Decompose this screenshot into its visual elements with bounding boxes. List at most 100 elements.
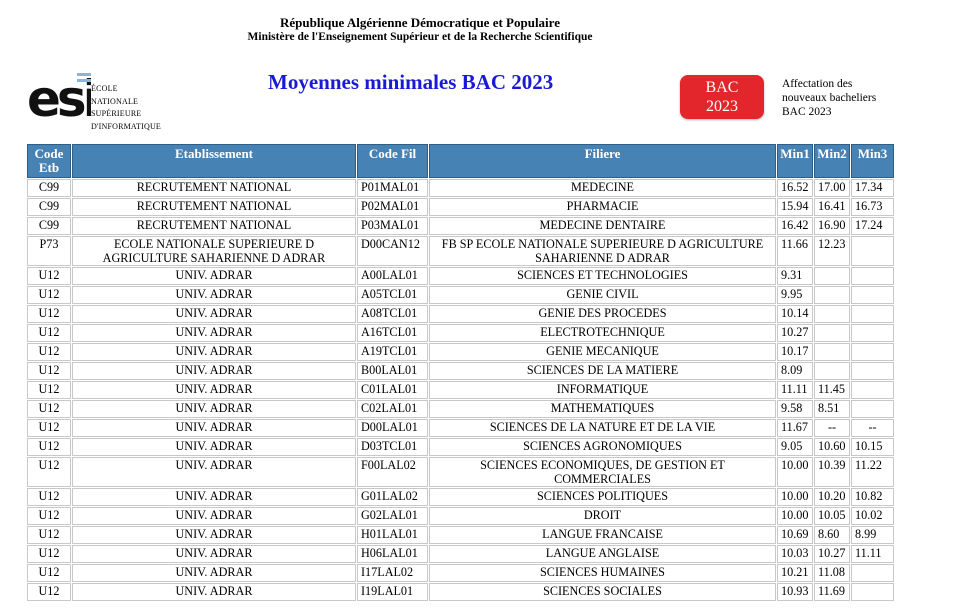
cell-min2: [814, 305, 850, 323]
table-header-row: Code Etb Etablissement Code Fil Filiere …: [27, 144, 894, 178]
cell-min2: [814, 362, 850, 380]
cell-min3: [851, 400, 894, 418]
col-header-min3: Min3: [851, 144, 894, 178]
col-header-code-fil: Code Fil: [357, 144, 428, 178]
cell-etablissement: UNIV. ADRAR: [72, 381, 356, 399]
cell-min3: 10.82: [851, 488, 894, 506]
cell-min1: 10.00: [777, 488, 813, 506]
cell-min3: [851, 236, 894, 266]
cell-min2: 16.90: [814, 217, 850, 235]
col-header-min2: Min2: [814, 144, 850, 178]
cell-min3: [851, 564, 894, 582]
cell-code-fil: P03MAL01: [357, 217, 428, 235]
cell-code-etb: U12: [27, 488, 71, 506]
cell-code-etb: U12: [27, 583, 71, 601]
cell-etablissement: RECRUTEMENT NATIONAL: [72, 179, 356, 197]
cell-min1: 11.11: [777, 381, 813, 399]
cell-code-fil: H06LAL01: [357, 545, 428, 563]
table-row: U12 UNIV. ADRAR A19TCL01 GENIE MECANIQUE 10.…: [27, 343, 894, 361]
cell-code-fil: H01LAL01: [357, 526, 428, 544]
cell-min2: 8.60: [814, 526, 850, 544]
cell-etablissement: UNIV. ADRAR: [72, 545, 356, 563]
cell-min1: 9.31: [777, 267, 813, 285]
cell-filiere: GENIE CIVIL: [429, 286, 776, 304]
cell-code-fil: A16TCL01: [357, 324, 428, 342]
cell-min3: 11.22: [851, 457, 894, 487]
cell-code-fil: G01LAL02: [357, 488, 428, 506]
cell-filiere: GENIE MECANIQUE: [429, 343, 776, 361]
table-row: C99 RECRUTEMENT NATIONAL P01MAL01 MEDECINE 1…: [27, 179, 894, 197]
cell-min2: [814, 343, 850, 361]
cell-filiere: SCIENCES AGRONOMIQUES: [429, 438, 776, 456]
cell-code-etb: U12: [27, 381, 71, 399]
cell-etablissement: UNIV. ADRAR: [72, 488, 356, 506]
results-table: Code Etb Etablissement Code Fil Filiere …: [26, 143, 895, 602]
cell-etablissement: RECRUTEMENT NATIONAL: [72, 198, 356, 216]
esi-logo: esi ÉCOLE NATIONALE SUPÉRIEURE D'INFORMA…: [27, 70, 167, 131]
page-title: Moyennes minimales BAC 2023: [268, 70, 554, 94]
logo-line-1: ÉCOLE NATIONALE: [91, 84, 139, 106]
cell-filiere: SCIENCES POLITIQUES: [429, 488, 776, 506]
cell-code-fil: D00LAL01: [357, 419, 428, 437]
cell-min1: 10.17: [777, 343, 813, 361]
side-note-line-2: nouveaux bacheliers: [782, 92, 877, 104]
cell-min1: 10.14: [777, 305, 813, 323]
cell-min1: 10.00: [777, 507, 813, 525]
col-header-code-etb: Code Etb: [27, 144, 71, 178]
cell-filiere: DROIT: [429, 507, 776, 525]
cell-code-etb: U12: [27, 305, 71, 323]
ministry-heading: Ministère de l'Enseignement Supérieur et…: [247, 31, 593, 43]
cell-min2: [814, 267, 850, 285]
cell-min3: [851, 286, 894, 304]
col-header-min1: Min1: [777, 144, 813, 178]
cell-min3: [851, 583, 894, 601]
logo-line-3: D'INFORMATIQUE: [91, 121, 162, 131]
cell-min2: [814, 286, 850, 304]
cell-code-etb: U12: [27, 457, 71, 487]
badge-line-1: BAC: [705, 79, 739, 96]
table-row: U12 UNIV. ADRAR A16TCL01 ELECTROTECHNIQUE 10…: [27, 324, 894, 342]
cell-code-etb: U12: [27, 362, 71, 380]
cell-min1: 10.21: [777, 564, 813, 582]
cell-min2: 10.20: [814, 488, 850, 506]
table-row: U12 UNIV. ADRAR G02LAL01 DROIT 10.00 10.05 10.…: [27, 507, 894, 525]
side-note-line-3: BAC 2023: [782, 106, 832, 118]
cell-etablissement: UNIV. ADRAR: [72, 526, 356, 544]
cell-code-fil: I17LAL02: [357, 564, 428, 582]
cell-min2: --: [814, 419, 850, 437]
table-row: C99 RECRUTEMENT NATIONAL P03MAL01 MEDECINE …: [27, 217, 894, 235]
cell-filiere: MEDECINE DENTAIRE: [429, 217, 776, 235]
side-note-line-1: Affectation des: [782, 78, 853, 90]
table-row: U12 UNIV. ADRAR I17LAL02 SCIENCES HUMAINES 1…: [27, 564, 894, 582]
cell-etablissement: UNIV. ADRAR: [72, 324, 356, 342]
table-row: U12 UNIV. ADRAR A00LAL01 SCIENCES ET TECHNO…: [27, 267, 894, 285]
cell-code-fil: P02MAL01: [357, 198, 428, 216]
table-row: U12 UNIV. ADRAR H01LAL01 LANGUE FRANCAISE 10…: [27, 526, 894, 544]
cell-min2: 11.45: [814, 381, 850, 399]
table-row: U12 UNIV. ADRAR A08TCL01 GENIE DES PROCEDES…: [27, 305, 894, 323]
cell-code-etb: U12: [27, 343, 71, 361]
cell-min1: 16.52: [777, 179, 813, 197]
cell-etablissement: UNIV. ADRAR: [72, 419, 356, 437]
cell-etablissement: UNIV. ADRAR: [72, 583, 356, 601]
cell-min3: 17.24: [851, 217, 894, 235]
cell-code-etb: C99: [27, 198, 71, 216]
logo-line-2: SUPÉRIEURE: [91, 109, 142, 118]
cell-code-etb: U12: [27, 438, 71, 456]
cell-min1: 10.93: [777, 583, 813, 601]
cell-code-fil: G02LAL01: [357, 507, 428, 525]
cell-min3: 8.99: [851, 526, 894, 544]
cell-min1: 10.69: [777, 526, 813, 544]
cell-code-etb: U12: [27, 324, 71, 342]
bac-badge: BAC 2023: [680, 75, 764, 119]
table-row: U12 UNIV. ADRAR H06LAL01 LANGUE ANGLAISE 10.…: [27, 545, 894, 563]
cell-min2: 11.69: [814, 583, 850, 601]
cell-min2: 16.41: [814, 198, 850, 216]
cell-min2: 10.27: [814, 545, 850, 563]
cell-filiere: LANGUE ANGLAISE: [429, 545, 776, 563]
cell-code-fil: B00LAL01: [357, 362, 428, 380]
cell-etablissement: UNIV. ADRAR: [72, 343, 356, 361]
cell-min2: 10.60: [814, 438, 850, 456]
esi-logo-icon: esi: [27, 70, 91, 122]
cell-filiere: SCIENCES DE LA MATIERE: [429, 362, 776, 380]
